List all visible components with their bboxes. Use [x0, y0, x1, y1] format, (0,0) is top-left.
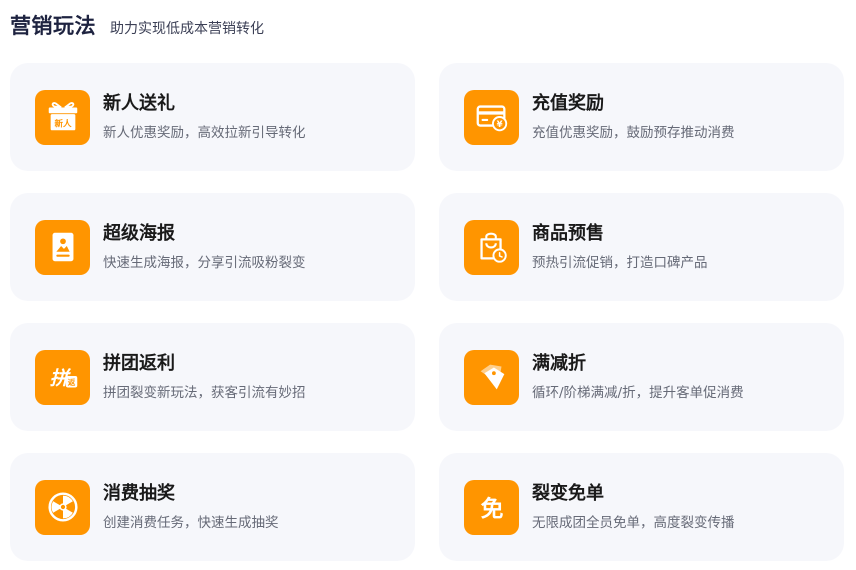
section-subtitle: 助力实现低成本营销转化 [110, 21, 264, 37]
card-title: 超级海报 [103, 222, 175, 244]
card-title: 满减折 [532, 352, 586, 374]
card-desc: 创建消费任务，快速生成抽奖 [103, 514, 279, 531]
feature-grid: 新人 新人送礼 新人优惠奖励，高效拉新引导转化 ¥ 充值奖励 充值优惠奖励，鼓励… [10, 63, 844, 561]
card-desc: 充值优惠奖励，鼓励预存推动消费 [532, 124, 735, 141]
card-consumption-lottery[interactable]: 消费抽奖 创建消费任务，快速生成抽奖 [10, 453, 415, 561]
card-product-presale[interactable]: 商品预售 预热引流促销，打造口碑产品 [439, 193, 844, 301]
section-header: 营销玩法 助力实现低成本营销转化 [10, 0, 844, 54]
card-fission-free-order[interactable]: 免 裂变免单 无限成团全员免单，高度裂变传播 [439, 453, 844, 561]
free-order-icon: 免 [464, 479, 519, 535]
card-desc: 快速生成海报，分享引流吸粉裂变 [103, 254, 306, 271]
card-new-user-gift[interactable]: 新人 新人送礼 新人优惠奖励，高效拉新引导转化 [10, 63, 415, 171]
card-title: 消费抽奖 [103, 482, 175, 504]
card-title: 充值奖励 [532, 92, 604, 114]
card-group-buy-rebate[interactable]: 拼 返 拼团返利 拼团裂变新玩法，获客引流有妙招 [10, 323, 415, 431]
group-buy-icon: 拼 返 [35, 349, 90, 405]
card-title: 裂变免单 [532, 482, 604, 504]
card-desc: 无限成团全员免单，高度裂变传播 [532, 514, 735, 531]
card-desc: 新人优惠奖励，高效拉新引导转化 [103, 124, 306, 141]
card-title: 商品预售 [532, 222, 604, 244]
rebate-badge-glyph: 返 [67, 377, 75, 387]
gift-icon-label: 新人 [54, 118, 72, 130]
gift-icon: 新人 [35, 89, 90, 145]
card-title: 新人送礼 [103, 92, 175, 114]
presale-bag-clock-icon [464, 219, 519, 275]
card-title: 拼团返利 [103, 352, 175, 374]
poster-icon [35, 219, 90, 275]
discount-tag-icon [464, 349, 519, 405]
yen-glyph: ¥ [496, 120, 502, 130]
marketing-page: 营销玩法 助力实现低成本营销转化 新人 新人送礼 新人优惠奖励，高效拉新引导转化 [0, 0, 856, 570]
section-title: 营销玩法 [10, 14, 96, 38]
card-full-discount[interactable]: 满减折 循环/阶梯满减/折，提升客单促消费 [439, 323, 844, 431]
card-recharge-reward[interactable]: ¥ 充值奖励 充值优惠奖励，鼓励预存推动消费 [439, 63, 844, 171]
free-order-glyph: 免 [480, 497, 503, 523]
card-desc: 循环/阶梯满减/折，提升客单促消费 [532, 384, 744, 401]
card-desc: 预热引流促销，打造口碑产品 [532, 254, 708, 271]
recharge-card-icon: ¥ [464, 89, 519, 145]
lottery-wheel-icon [35, 479, 90, 535]
card-desc: 拼团裂变新玩法，获客引流有妙招 [103, 384, 306, 401]
card-super-poster[interactable]: 超级海报 快速生成海报，分享引流吸粉裂变 [10, 193, 415, 301]
